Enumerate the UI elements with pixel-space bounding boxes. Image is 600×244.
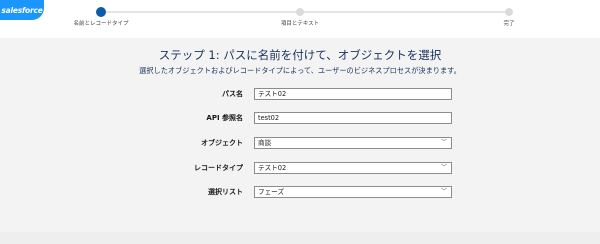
record-type-select[interactable]: テスト02 ﹀ <box>254 162 452 174</box>
path-name-row: パス名 テスト02 <box>0 88 600 100</box>
top-bar: salesforce 名前とレコードタイプ 項目とテキスト 完了 <box>0 0 600 38</box>
step-3-indicator <box>505 8 513 16</box>
step-1-indicator <box>96 7 106 17</box>
step-1-label: 名前とレコードタイプ <box>73 21 129 27</box>
progress-track <box>100 11 510 13</box>
api-name-label: API 参照名 <box>206 114 243 122</box>
object-select[interactable]: 商談 ﹀ <box>254 137 452 149</box>
api-name-input[interactable]: test02 <box>254 112 452 124</box>
object-select-value: 商談 <box>258 139 272 147</box>
logo-text: salesforce <box>1 5 43 15</box>
picklist-label: 選択リスト <box>208 188 243 196</box>
object-row: オブジェクト 商談 ﹀ <box>0 137 600 149</box>
record-type-row: レコードタイプ テスト02 ﹀ <box>0 162 600 174</box>
step-2-indicator <box>296 8 304 16</box>
salesforce-logo: salesforce <box>0 0 44 20</box>
chevron-down-icon: ﹀ <box>440 164 447 171</box>
page-title: ステップ 1: パスに名前を付けて、オブジェクトを選択 <box>158 48 442 62</box>
api-name-row: API 参照名 test02 <box>0 112 600 124</box>
chevron-down-icon: ﹀ <box>440 188 447 195</box>
picklist-row: 選択リスト フェーズ ﹀ <box>0 186 600 198</box>
path-name-input[interactable]: テスト02 <box>254 88 452 100</box>
object-label: オブジェクト <box>201 139 243 147</box>
footer-area <box>0 232 600 244</box>
record-type-select-value: テスト02 <box>258 164 287 172</box>
picklist-select[interactable]: フェーズ ﹀ <box>254 186 452 198</box>
picklist-select-value: フェーズ <box>258 188 285 196</box>
step-3-label: 完了 <box>503 21 515 27</box>
step-2-label: 項目とテキスト <box>280 21 320 27</box>
chevron-down-icon: ﹀ <box>440 139 447 146</box>
record-type-label: レコードタイプ <box>194 164 243 172</box>
path-name-label: パス名 <box>222 90 243 98</box>
page-subtitle: 選択したオブジェクトおよびレコードタイプによって、ユーザーのビジネスプロセスが決… <box>139 66 461 75</box>
